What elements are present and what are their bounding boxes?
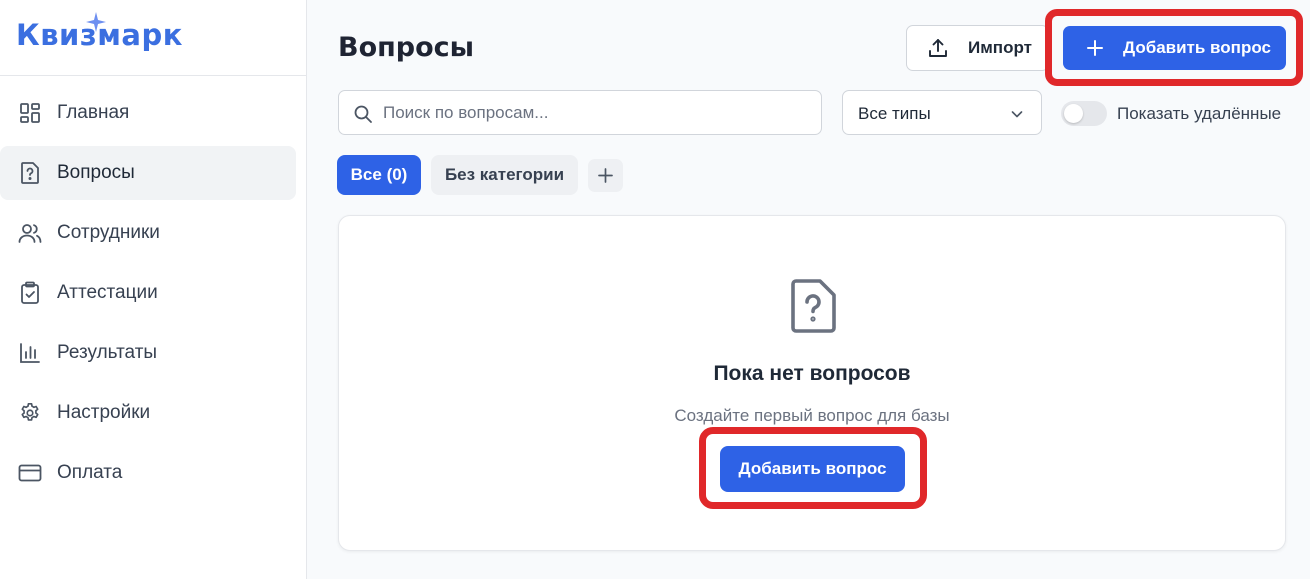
tab-uncategorized[interactable]: Без категории <box>431 155 578 195</box>
add-category-button[interactable] <box>588 159 623 192</box>
add-question-button[interactable]: Добавить вопрос <box>1063 26 1286 70</box>
sidebar-item-label: Оплата <box>57 462 123 483</box>
logo-area: Квизмарк <box>0 0 306 76</box>
search-box[interactable] <box>338 90 822 135</box>
search-icon <box>354 105 372 123</box>
clipboard-check-icon <box>18 281 42 305</box>
show-deleted-toggle[interactable] <box>1061 101 1107 126</box>
type-select-value: Все типы <box>858 104 931 123</box>
dashboard-grid-icon <box>18 101 42 125</box>
sidebar-item-label: Аттестации <box>57 282 158 303</box>
import-button[interactable]: Импорт <box>906 25 1049 71</box>
search-input[interactable] <box>383 91 803 134</box>
sidebar-item-attestations[interactable]: Аттестации <box>0 266 296 320</box>
import-button-label: Импорт <box>968 38 1032 57</box>
plus-icon <box>1087 40 1103 56</box>
sidebar-item-label: Настройки <box>57 402 151 423</box>
bar-chart-icon <box>18 341 42 365</box>
toggle-knob <box>1064 104 1083 123</box>
question-file-icon <box>791 279 836 333</box>
question-file-icon <box>18 161 42 185</box>
sidebar-item-home[interactable]: Главная <box>0 86 296 140</box>
sidebar-item-label: Результаты <box>57 342 158 363</box>
show-deleted-label: Показать удалённые <box>1117 104 1282 123</box>
sidebar-item-label: Вопросы <box>57 162 135 183</box>
users-icon <box>18 221 42 245</box>
credit-card-icon <box>18 461 42 485</box>
add-question-label: Добавить вопрос <box>1123 38 1271 57</box>
sparkle-icon <box>86 12 106 32</box>
empty-state-add-button[interactable]: Добавить вопрос <box>720 446 905 492</box>
empty-state-subtitle: Создайте первый вопрос для базы <box>674 406 950 425</box>
upload-icon <box>929 39 947 57</box>
plus-icon <box>598 168 613 183</box>
sidebar-item-label: Сотрудники <box>57 222 160 243</box>
gear-icon <box>18 401 42 425</box>
tab-all[interactable]: Все (0) <box>337 155 421 195</box>
sidebar-item-results[interactable]: Результаты <box>0 326 296 380</box>
sidebar: Квизмарк Главная Вопросы Сотрудники Атте… <box>0 0 307 579</box>
empty-state-title: Пока нет вопросов <box>713 362 911 385</box>
empty-state-card: Пока нет вопросов Создайте первый вопрос… <box>338 215 1286 551</box>
sidebar-item-questions[interactable]: Вопросы <box>0 146 296 200</box>
sidebar-item-employees[interactable]: Сотрудники <box>0 206 296 260</box>
sidebar-item-label: Главная <box>57 102 130 123</box>
sidebar-item-settings[interactable]: Настройки <box>0 386 296 440</box>
page-title: Вопросы <box>338 32 475 63</box>
sidebar-item-payment[interactable]: Оплата <box>0 446 296 500</box>
chevron-down-icon <box>1011 111 1023 118</box>
type-select[interactable]: Все типы <box>842 90 1042 135</box>
